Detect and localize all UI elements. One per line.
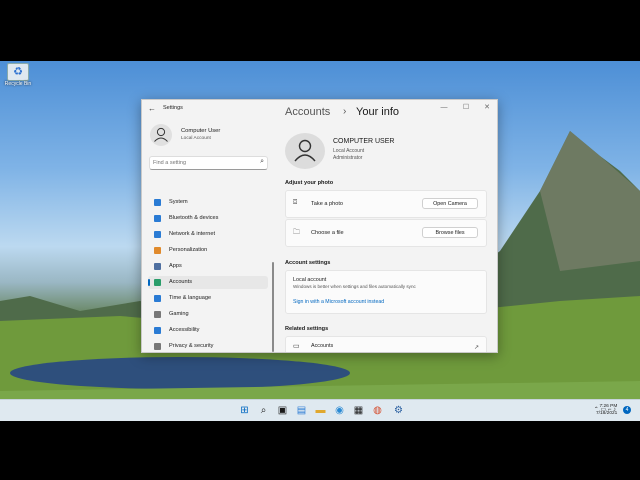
active-indicator bbox=[148, 279, 150, 286]
clock-date: 7/18/2021 bbox=[596, 411, 618, 416]
external-link-icon: ↗ bbox=[473, 345, 479, 351]
sidebar-item-label: Accounts bbox=[169, 279, 193, 285]
personalization-icon bbox=[154, 247, 161, 254]
settings-window: ← Settings — ☐ ✕ Computer User Local Acc… bbox=[141, 99, 498, 353]
sidebar-item-accounts[interactable]: Accounts bbox=[148, 276, 268, 289]
related-accounts-label: Accounts bbox=[311, 343, 334, 349]
profile-avatar bbox=[285, 133, 325, 169]
sidebar-user-name: Computer User bbox=[181, 128, 221, 134]
sidebar-item-accessibility[interactable]: Accessibility bbox=[148, 324, 268, 337]
folder-icon: 🗀 bbox=[293, 229, 300, 236]
store-icon[interactable]: ▦ bbox=[352, 404, 365, 417]
user-avatar bbox=[150, 124, 172, 146]
profile-role: Administrator bbox=[333, 155, 363, 161]
recycle-bin-label: Recycle Bin bbox=[4, 81, 32, 87]
sidebar-item-label: Privacy & security bbox=[169, 343, 214, 349]
page-title: Your info bbox=[356, 106, 400, 118]
time-language-icon bbox=[154, 295, 161, 302]
open-camera-button[interactable]: Open Camera bbox=[422, 198, 478, 209]
profile-account-type: Local Account bbox=[333, 148, 365, 154]
take-photo-row: ⌼ Take a photo Open Camera bbox=[285, 190, 487, 218]
clock[interactable]: 7:26 PM 7/18/2021 bbox=[596, 403, 617, 417]
taskbar: ⊞ ⌕ ▣ ▤ ▬ ◉ ▦ ◍ ⚙ ⌃ ▭ ⌐ ♪ 7:26 PM 7/18/2… bbox=[0, 399, 640, 421]
sidebar-item-gaming[interactable]: Gaming bbox=[148, 308, 268, 321]
widgets-icon[interactable]: ▤ bbox=[295, 404, 308, 417]
choose-file-row: 🗀 Choose a file Browse files bbox=[285, 219, 487, 247]
local-account-card: Local account Windows is better when set… bbox=[285, 270, 487, 314]
sidebar-item-system[interactable]: System bbox=[148, 196, 268, 209]
sidebar-item-label: Apps bbox=[169, 263, 182, 269]
main-content: Accounts › Your info COMPUTER USER Local… bbox=[281, 100, 497, 352]
take-photo-label: Take a photo bbox=[311, 201, 344, 207]
sidebar-item-label: Time & language bbox=[169, 295, 212, 301]
related-accounts-row[interactable]: ▭ Accounts ↗ bbox=[285, 336, 487, 352]
privacy-icon bbox=[154, 343, 161, 350]
chrome-icon[interactable]: ◍ bbox=[371, 404, 384, 417]
sidebar-item-privacy-security[interactable]: Privacy & security bbox=[148, 340, 268, 352]
accessibility-icon bbox=[154, 327, 161, 334]
notification-badge[interactable]: 4 bbox=[623, 406, 631, 414]
window-title: Settings bbox=[163, 105, 183, 111]
sidebar-item-label: Bluetooth & devices bbox=[169, 215, 219, 221]
apps-icon bbox=[154, 263, 161, 270]
clock-time: 7:26 PM bbox=[599, 404, 618, 409]
search-icon: ⌕ bbox=[260, 158, 264, 165]
person-icon bbox=[294, 139, 316, 162]
adjust-photo-header: Adjust your photo bbox=[285, 180, 334, 186]
account-settings-header: Account settings bbox=[285, 260, 331, 266]
task-view-icon[interactable]: ▣ bbox=[276, 404, 289, 417]
back-arrow-icon[interactable]: ← bbox=[148, 104, 156, 113]
related-settings-header: Related settings bbox=[285, 326, 329, 332]
sidebar: Computer User Local Account ⌕ System Blue… bbox=[142, 120, 274, 352]
microsoft-account-link[interactable]: Sign in with a Microsoft account instead bbox=[293, 299, 384, 305]
sidebar-item-bluetooth-devices[interactable]: Bluetooth & devices bbox=[148, 212, 268, 225]
camera-icon: ⌼ bbox=[293, 199, 298, 206]
start-icon[interactable]: ⊞ bbox=[238, 404, 251, 417]
edge-icon[interactable]: ◉ bbox=[333, 404, 346, 417]
bluetooth-icon bbox=[154, 215, 161, 222]
recycle-bin-icon: ♻ bbox=[7, 63, 29, 81]
system-icon bbox=[154, 199, 161, 206]
local-account-description: Windows is better when settings and file… bbox=[293, 284, 416, 289]
gaming-icon bbox=[154, 311, 161, 318]
choose-file-label: Choose a file bbox=[311, 230, 344, 236]
recycle-bin-desktop-icon[interactable]: ♻ Recycle Bin bbox=[4, 63, 32, 95]
accounts-icon bbox=[154, 279, 161, 286]
profile-name: COMPUTER USER bbox=[333, 138, 395, 145]
sidebar-scrollbar[interactable] bbox=[272, 262, 274, 352]
sidebar-item-label: Network & internet bbox=[169, 231, 216, 237]
breadcrumb-accounts[interactable]: Accounts bbox=[285, 106, 330, 118]
search-input[interactable] bbox=[153, 158, 253, 168]
person-icon bbox=[154, 127, 168, 142]
accounts-related-icon: ▭ bbox=[293, 343, 300, 350]
sidebar-item-label: Personalization bbox=[169, 247, 208, 253]
sidebar-item-time-language[interactable]: Time & language bbox=[148, 292, 268, 305]
sidebar-item-label: System bbox=[169, 199, 188, 205]
browse-files-button[interactable]: Browse files bbox=[422, 227, 478, 238]
file-explorer-icon[interactable]: ▬ bbox=[314, 404, 327, 417]
sidebar-item-label: Gaming bbox=[169, 311, 189, 317]
search-taskbar-icon[interactable]: ⌕ bbox=[257, 404, 270, 417]
sidebar-item-label: Accessibility bbox=[169, 327, 200, 333]
settings-taskbar-icon[interactable]: ⚙ bbox=[392, 404, 405, 417]
local-account-title: Local account bbox=[293, 277, 327, 283]
sidebar-item-network-internet[interactable]: Network & internet bbox=[148, 228, 268, 241]
search-box[interactable]: ⌕ bbox=[149, 156, 268, 170]
desktop: ♻ Recycle Bin ← Settings — ☐ ✕ Computer … bbox=[0, 61, 640, 418]
network-icon bbox=[154, 231, 161, 238]
sidebar-user-type: Local Account bbox=[181, 136, 211, 141]
sidebar-item-apps[interactable]: Apps bbox=[148, 260, 268, 273]
breadcrumb-separator: › bbox=[343, 106, 347, 117]
sidebar-item-personalization[interactable]: Personalization bbox=[148, 244, 268, 257]
